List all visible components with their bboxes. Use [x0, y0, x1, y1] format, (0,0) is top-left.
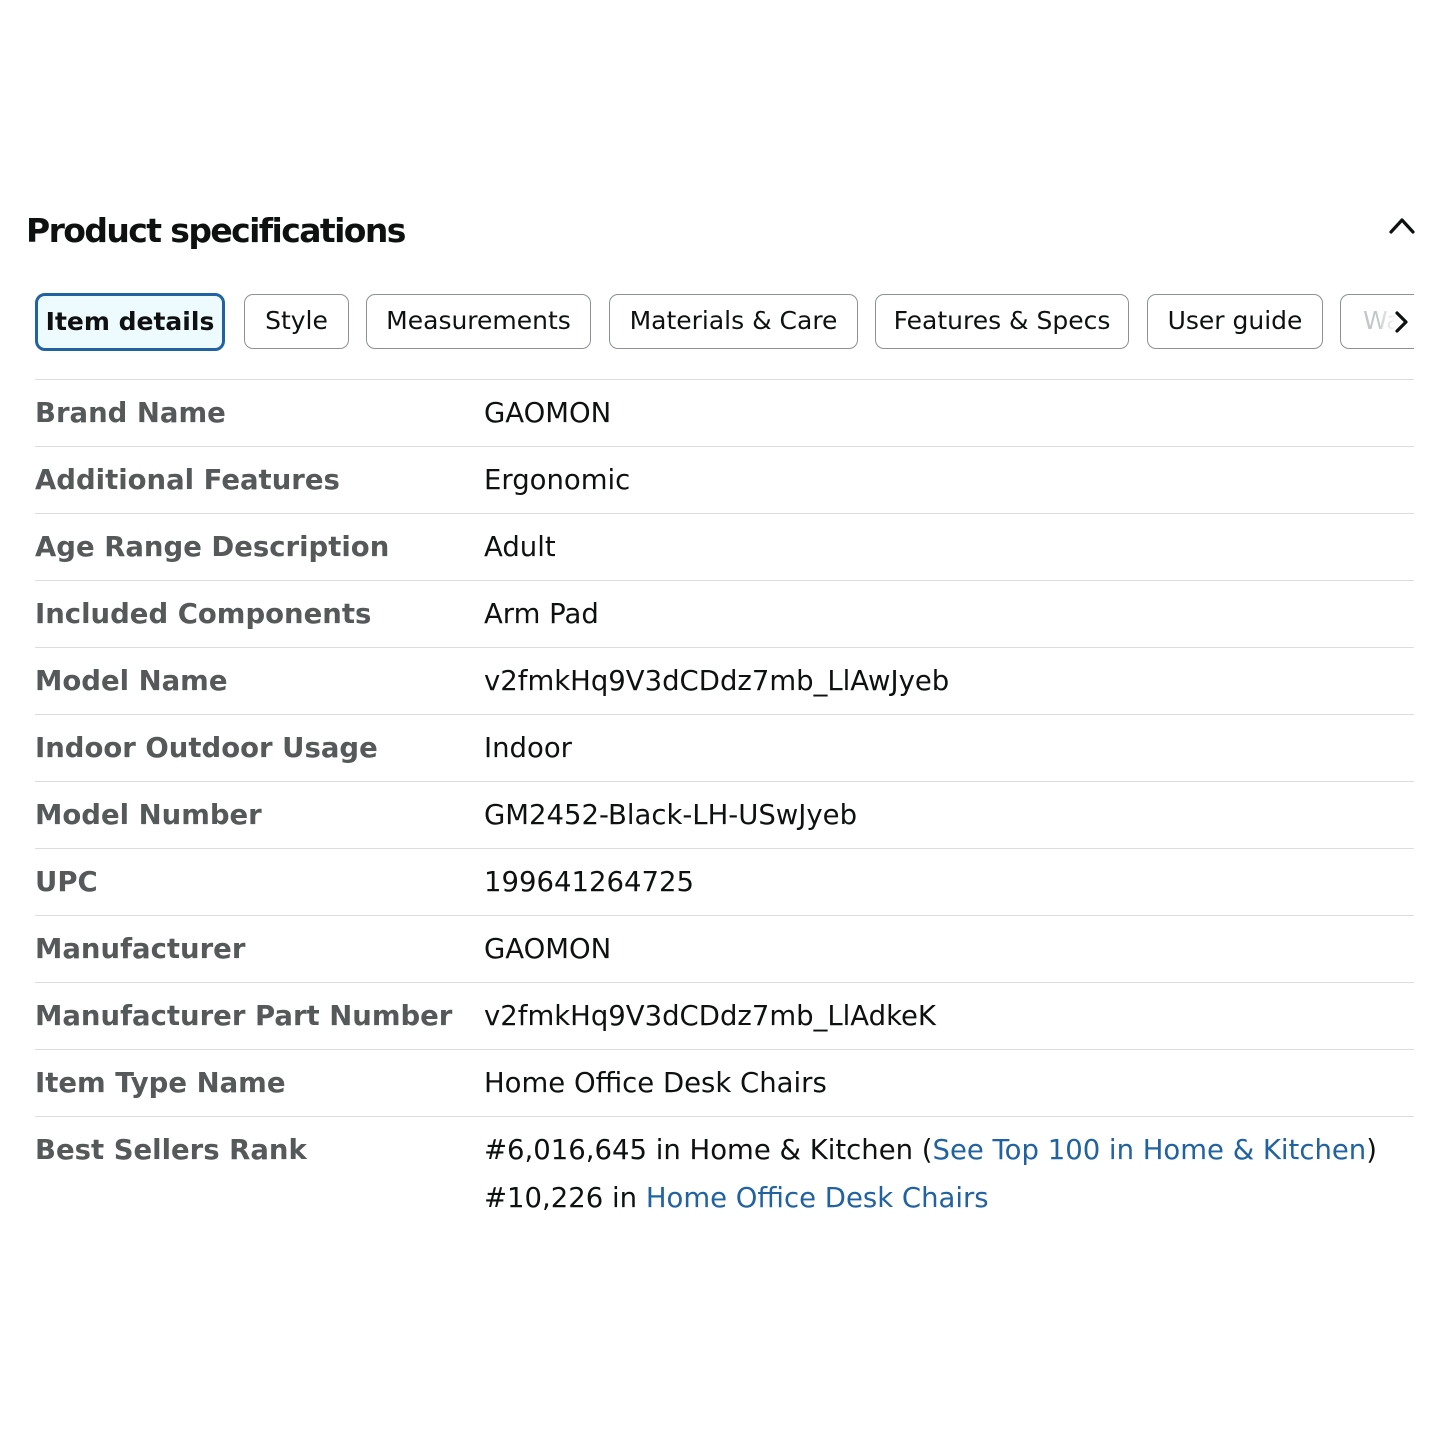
spec-label: Included Components	[35, 598, 372, 630]
spec-value: v2fmkHq9V3dCDdz7mb_LlAdkeK	[484, 1000, 936, 1032]
spec-value: Arm Pad	[484, 598, 599, 630]
spec-row: Model Name v2fmkHq9V3dCDdz7mb_LlAwJyeb	[35, 648, 1414, 715]
spec-value: v2fmkHq9V3dCDdz7mb_LlAwJyeb	[484, 665, 950, 697]
spec-value: GAOMON	[484, 397, 612, 429]
product-specifications-section: Product specifications Item details Styl…	[0, 0, 1440, 1440]
spec-row: Age Range Description Adult	[35, 514, 1414, 581]
spec-value: GM2452-Black-LH-USwJyeb	[484, 799, 858, 831]
section-title: Product specifications	[26, 211, 406, 250]
spec-row: Manufacturer Part Number v2fmkHq9V3dCDdz…	[35, 983, 1414, 1050]
rank-line-category: #6,016,645 in Home & Kitchen (See Top 10…	[484, 1133, 1377, 1181]
spec-row: Indoor Outdoor Usage Indoor	[35, 715, 1414, 782]
spec-row: Model Number GM2452-Black-LH-USwJyeb	[35, 782, 1414, 849]
spec-value: Home Office Desk Chairs	[484, 1067, 827, 1099]
spec-value: Adult	[484, 531, 556, 563]
tab-materials-care[interactable]: Materials & Care	[609, 294, 858, 349]
rank-text: #6,016,645 in Home & Kitchen (	[484, 1134, 933, 1166]
spec-label: Manufacturer Part Number	[35, 1000, 453, 1032]
best-sellers-rank-row: Best Sellers Rank #6,016,645 in Home & K…	[35, 1117, 1414, 1227]
spec-row: Item Type Name Home Office Desk Chairs	[35, 1050, 1414, 1117]
tab-measurements[interactable]: Measurements	[366, 294, 591, 349]
spec-label: Model Name	[35, 665, 228, 697]
best-sellers-rank-value: #6,016,645 in Home & Kitchen (See Top 10…	[484, 1133, 1377, 1229]
tab-user-guide[interactable]: User guide	[1147, 294, 1323, 349]
rank-text: )	[1366, 1134, 1377, 1166]
spec-tabs: Item details Style Measurements Material…	[35, 293, 1414, 353]
scroll-tabs-right-button[interactable]	[1390, 309, 1412, 335]
spec-label: Indoor Outdoor Usage	[35, 732, 378, 764]
see-top-100-link[interactable]: See Top 100 in Home & Kitchen	[933, 1134, 1367, 1166]
spec-row: Included Components Arm Pad	[35, 581, 1414, 648]
spec-row: Additional Features Ergonomic	[35, 447, 1414, 514]
tab-features-specs[interactable]: Features & Specs	[875, 294, 1129, 349]
spec-label: Brand Name	[35, 397, 226, 429]
spec-label: Model Number	[35, 799, 262, 831]
spec-value: Indoor	[484, 732, 572, 764]
spec-value: 199641264725	[484, 866, 694, 898]
rank-text: #10,226 in	[484, 1182, 646, 1214]
home-office-desk-chairs-link[interactable]: Home Office Desk Chairs	[646, 1182, 989, 1214]
spec-label: Additional Features	[35, 464, 340, 496]
spec-label: Manufacturer	[35, 933, 246, 965]
collapse-section-button[interactable]	[1380, 206, 1424, 246]
spec-label: Age Range Description	[35, 531, 390, 563]
rank-line-subcategory: #10,226 in Home Office Desk Chairs	[484, 1181, 1377, 1229]
chevron-right-icon	[1395, 311, 1408, 333]
chevron-up-icon	[1389, 218, 1415, 234]
spec-row: UPC 199641264725	[35, 849, 1414, 916]
spec-row: Brand Name GAOMON	[35, 380, 1414, 447]
spec-value: GAOMON	[484, 933, 612, 965]
spec-label: UPC	[35, 866, 98, 898]
spec-row: Manufacturer GAOMON	[35, 916, 1414, 983]
spec-label: Best Sellers Rank	[35, 1134, 307, 1166]
specs-table: Brand Name GAOMON Additional Features Er…	[35, 379, 1414, 1227]
spec-label: Item Type Name	[35, 1067, 286, 1099]
tab-style[interactable]: Style	[244, 294, 349, 349]
tab-item-details[interactable]: Item details	[35, 293, 225, 351]
spec-value: Ergonomic	[484, 464, 631, 496]
